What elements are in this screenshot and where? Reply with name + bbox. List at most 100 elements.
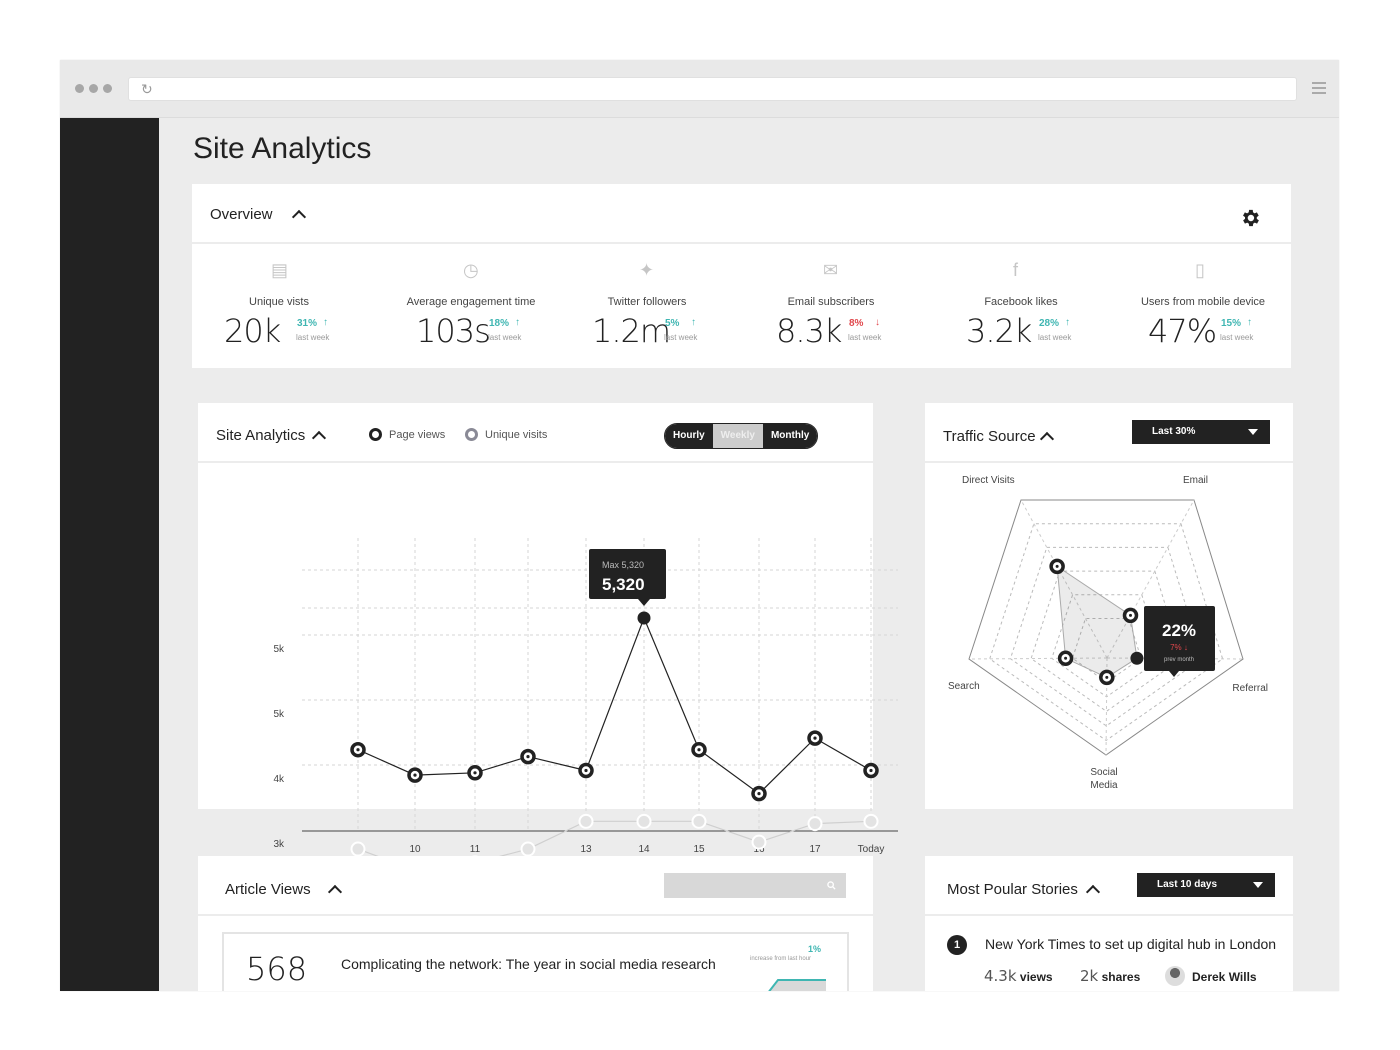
stat-label: Average engagement time — [406, 296, 536, 308]
legend-dot-icon — [369, 428, 382, 441]
data-point-center — [757, 792, 761, 796]
stat-value: 20k — [224, 312, 281, 350]
data-point-center — [869, 768, 873, 773]
radar-axis-label: Email — [1183, 475, 1208, 486]
collapse-chevron-icon[interactable] — [1039, 431, 1055, 447]
collapse-chevron-icon[interactable] — [1085, 884, 1101, 900]
search-icon[interactable] — [827, 881, 836, 890]
y-tick-label: 5k — [273, 644, 285, 655]
traffic-source-radar-chart: Email Referral Social Media Search Direct Vis… — [948, 475, 1268, 791]
story-shares-value: 2k — [1080, 967, 1099, 985]
caret-down-icon — [1253, 882, 1263, 888]
stat-label: Users from mobile device — [1140, 296, 1266, 308]
x-tick-label: 13 — [580, 844, 592, 855]
stat-change: 18% — [489, 318, 510, 329]
segment-weekly[interactable]: Weekly — [712, 424, 763, 448]
legend-page-views[interactable]: Page views — [369, 428, 445, 441]
article-views-title: Article Views — [225, 881, 311, 898]
story-rank-badge: 1 — [947, 935, 967, 955]
window-dot[interactable] — [103, 84, 112, 93]
story-rank: 1 — [953, 939, 961, 951]
data-point — [807, 816, 823, 832]
caret-down-icon — [1248, 429, 1258, 435]
radar-point — [1130, 651, 1144, 665]
window-dot[interactable] — [75, 84, 84, 93]
facebook-icon: f — [1013, 260, 1019, 280]
data-point — [751, 834, 767, 850]
data-point — [350, 841, 366, 857]
stat-period: last week — [488, 333, 522, 342]
clock-icon: ◷ — [463, 260, 479, 280]
collapse-chevron-icon[interactable] — [327, 884, 343, 900]
radar-axis-label: Search — [948, 681, 980, 692]
x-tick-label: 15 — [693, 844, 705, 855]
article-views-panel: Article Views 568 Complicating the netwo… — [198, 856, 873, 991]
story-views-label: views — [1019, 970, 1053, 984]
article-headline[interactable]: Complicating the network: The year in so… — [341, 956, 716, 972]
article-change: 1% — [808, 944, 822, 954]
radar-axis-label: Social — [1090, 767, 1117, 778]
tooltip-value: 22% — [1162, 621, 1196, 640]
x-tick-label: 11 — [470, 844, 481, 855]
tooltip-change: 7% ↓ — [1170, 643, 1188, 652]
arrow-up-icon: ↑ — [323, 317, 328, 328]
collapse-chevron-icon[interactable] — [311, 430, 327, 446]
stat-label: Facebook likes — [984, 296, 1058, 308]
hamburger-menu-icon[interactable] — [1312, 82, 1326, 97]
stat-label: Twitter followers — [607, 296, 687, 308]
data-point — [637, 611, 651, 625]
article-search-input[interactable] — [664, 873, 846, 898]
segment-monthly[interactable]: Monthly — [762, 424, 818, 448]
reload-icon[interactable]: ↻ — [141, 81, 153, 98]
radar-axis-label: Direct Visits — [962, 475, 1015, 486]
story-author[interactable]: Derek Wills — [1192, 970, 1257, 984]
page-title: Site Analytics — [193, 132, 372, 165]
segment-hourly[interactable]: Hourly — [665, 424, 713, 448]
stories-period-dropdown[interactable]: Last 10 days — [1137, 873, 1275, 897]
article-view-count: 568 — [246, 950, 308, 988]
tooltip-arrow — [638, 599, 650, 606]
tooltip-label: Max 5,320 — [602, 560, 644, 570]
data-point-center — [584, 768, 588, 773]
twitter-icon: ✦ — [639, 260, 655, 280]
gear-icon[interactable] — [1239, 207, 1261, 229]
data-point-center — [356, 748, 360, 752]
dropdown-label: Last 10 days — [1157, 879, 1218, 890]
address-bar[interactable]: ↻ — [128, 77, 1297, 101]
browser-window: ↻ Site Analytics Overview ▤ Unique vists 2… — [60, 60, 1339, 991]
legend-label: Page views — [389, 428, 446, 441]
author-avatar[interactable] — [1165, 966, 1185, 986]
legend-unique-visits[interactable]: Unique visits — [465, 428, 547, 441]
story-headline[interactable]: New York Times to set up digital hub in … — [985, 936, 1276, 952]
radar-point-center — [1128, 613, 1132, 617]
popular-stories-panel: Most Poular Stories Last 10 days 1 New Y… — [925, 856, 1293, 991]
overview-header: Overview — [192, 184, 1291, 244]
stat-value: 1.2m — [592, 312, 671, 350]
site-analytics-title: Site Analytics — [216, 427, 306, 444]
window-dot[interactable] — [89, 84, 98, 93]
stat-period: last week — [1220, 333, 1254, 342]
data-point — [691, 813, 707, 829]
window-controls[interactable] — [75, 84, 112, 93]
period-segmented-control[interactable]: Hourly Weekly Monthly — [664, 423, 819, 449]
radar-axis-label: Media — [1090, 780, 1118, 791]
radar-point-center — [1105, 675, 1109, 679]
overview-panel: Overview ▤ Unique vists 20k 31% ↑ last week ◷ A… — [192, 184, 1291, 368]
stat-label: Unique vists — [249, 296, 309, 308]
site-analytics-header: Site Analytics Page views Unique visits … — [198, 403, 873, 463]
legend-label: Unique visits — [485, 428, 548, 441]
data-point — [520, 841, 536, 857]
y-tick-label: 5k — [273, 709, 285, 720]
overview-title: Overview — [210, 206, 273, 223]
document-icon: ▤ — [271, 260, 289, 280]
traffic-source-panel: Traffic Source Last 30% Email Referral Soc… — [925, 403, 1293, 809]
stat-period: last week — [296, 333, 330, 342]
tooltip-period: prev month — [1164, 657, 1194, 663]
x-tick-label: 10 — [409, 844, 421, 855]
traffic-period-dropdown[interactable]: Last 30% — [1132, 420, 1270, 444]
stat-change: 31% — [297, 318, 318, 329]
popular-stories-header: Most Poular Stories Last 10 days — [925, 856, 1293, 916]
collapse-chevron-icon[interactable] — [291, 209, 307, 225]
article-card[interactable]: 568 Complicating the network: The year i… — [222, 932, 849, 991]
stat-value: 103s — [416, 312, 491, 350]
